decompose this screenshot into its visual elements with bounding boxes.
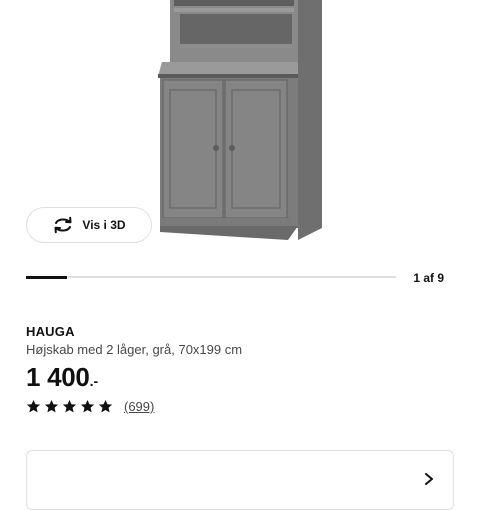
price-suffix: .- <box>89 373 99 389</box>
view-in-3d-label: Vis i 3D <box>82 218 126 232</box>
product-image <box>158 0 322 240</box>
gallery-progress-bar <box>26 275 396 279</box>
gallery-counter: 1 af 9 <box>413 271 444 285</box>
chevron-right-icon <box>425 473 433 485</box>
star-icon <box>80 399 95 413</box>
product-name: HAUGA <box>26 324 75 339</box>
price-amount: 1 400 <box>26 362 90 392</box>
product-gallery[interactable]: Vis i 3D 1 af 9 <box>0 0 480 285</box>
options-card[interactable] <box>26 450 454 510</box>
star-icon <box>98 399 113 413</box>
star-icon <box>26 399 41 413</box>
rotate-3d-icon <box>54 216 72 234</box>
product-rating[interactable]: (699) <box>26 399 154 414</box>
product-price: 1 400 .- <box>26 362 98 393</box>
product-description: Højskab med 2 låger, grå, 70x199 cm <box>26 342 243 357</box>
view-in-3d-button[interactable]: Vis i 3D <box>26 207 152 243</box>
gallery-progress-fill <box>26 275 68 279</box>
star-icon <box>44 399 59 413</box>
review-count-link[interactable]: (699) <box>124 399 154 414</box>
star-icon <box>62 399 77 413</box>
